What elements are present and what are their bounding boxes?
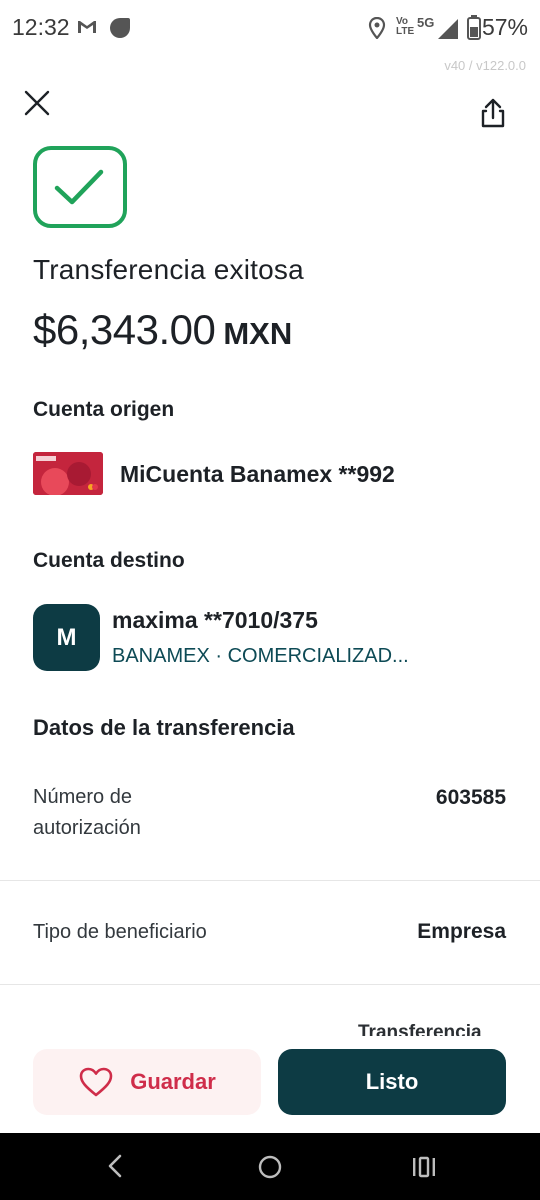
bank-card-thumbnail	[33, 452, 103, 495]
share-icon[interactable]	[476, 96, 510, 130]
authorization-label: Número de autorización	[33, 782, 141, 844]
save-button[interactable]: Guardar	[33, 1049, 261, 1115]
avatar: M	[33, 604, 100, 671]
amount-value: $6,343.00	[33, 306, 216, 353]
details-section-label: Datos de la transferencia	[33, 715, 295, 740]
authorization-label-line1: Número de	[33, 786, 132, 808]
network-5g-label: 5G	[417, 15, 435, 30]
destination-account-name: maxima **7010/375	[112, 607, 318, 633]
checkmark-icon	[54, 169, 104, 205]
amount-currency: MXN	[223, 316, 293, 351]
system-nav-bar	[0, 1133, 540, 1200]
volte-indicator: Vo LTE	[396, 16, 415, 37]
heart-icon	[79, 1067, 113, 1097]
gmail-icon	[78, 21, 96, 33]
battery-percent: 57%	[481, 14, 528, 40]
success-check-badge	[33, 146, 127, 228]
signal-icon	[438, 19, 458, 39]
location-icon	[368, 17, 386, 39]
destination-section-label: Cuenta destino	[33, 549, 185, 572]
save-button-label: Guardar	[130, 1069, 216, 1094]
transfer-type-value-partial: Transferencia	[358, 1022, 482, 1036]
status-bar: 12:32 Vo LTE 5G 57%	[0, 0, 540, 56]
app-version: v40 / v122.0.0	[444, 58, 526, 73]
divider	[0, 984, 540, 985]
back-icon[interactable]	[104, 1153, 128, 1179]
done-button[interactable]: Listo	[278, 1049, 506, 1115]
authorization-value: 603585	[435, 786, 506, 809]
home-icon[interactable]	[257, 1154, 283, 1180]
card-art-icon	[33, 452, 103, 495]
divider	[0, 880, 540, 881]
recent-apps-icon[interactable]	[411, 1155, 437, 1179]
page-title: Transferencia exitosa	[33, 254, 304, 285]
authorization-label-line2: autorización	[33, 817, 141, 839]
origin-account-name: MiCuenta Banamex **992	[120, 461, 395, 487]
close-icon[interactable]	[22, 88, 52, 118]
notification-dot-icon	[110, 18, 130, 38]
beneficiary-type-value: Empresa	[417, 920, 506, 943]
done-button-label: Listo	[365, 1069, 419, 1094]
beneficiary-type-label: Tipo de beneficiario	[33, 921, 207, 943]
status-time: 12:32	[12, 14, 70, 40]
destination-bank-name: BANAMEX · COMERCIALIZAD...	[112, 645, 409, 667]
battery-icon	[467, 15, 481, 40]
transfer-amount: $6,343.00 MXN	[33, 306, 292, 354]
origin-section-label: Cuenta origen	[33, 398, 175, 421]
